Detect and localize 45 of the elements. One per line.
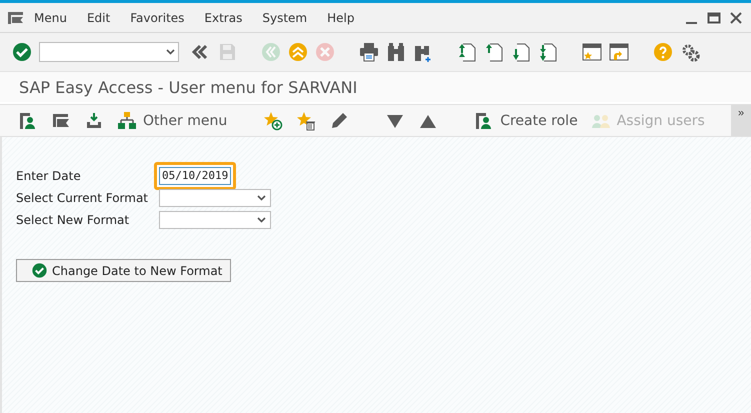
page-up-arrow-icon[interactable] — [484, 42, 504, 62]
page-arrows-icon[interactable] — [457, 42, 477, 62]
screen-title: SAP Easy Access - User menu for SARVANI — [0, 72, 751, 102]
toolbar-icon-button[interactable] — [329, 110, 350, 130]
menu-item[interactable]: Menu — [24, 10, 77, 24]
date-field[interactable]: 05/10/2019 — [159, 167, 231, 185]
menu-item[interactable]: Edit — [76, 10, 120, 24]
download-tray-icon — [84, 110, 104, 130]
toolbar-icon-button[interactable] — [84, 110, 104, 130]
field-label: Enter Date — [16, 169, 82, 183]
toolbar-button[interactable]: Create role — [474, 110, 578, 130]
dropdown-field[interactable] — [159, 189, 271, 207]
maximize-icon[interactable] — [707, 10, 721, 24]
star-plus-icon — [263, 110, 284, 130]
command-field[interactable] — [39, 42, 179, 62]
user-menu-icon — [18, 110, 38, 130]
printer-icon[interactable] — [359, 42, 379, 62]
menu-item[interactable]: System — [252, 10, 318, 24]
close-icon[interactable] — [729, 10, 743, 24]
menu-item[interactable]: Favorites — [120, 10, 194, 24]
check-icon[interactable] — [12, 42, 32, 62]
pencil-icon — [329, 110, 350, 130]
check-icon — [32, 263, 47, 278]
menu-icon[interactable] — [8, 12, 24, 24]
change-date-button[interactable]: Change Date to New Format — [16, 259, 232, 282]
page-double-arrow-icon[interactable] — [538, 42, 558, 62]
menu-item[interactable]: Help — [317, 10, 364, 24]
field-label: Select New Format — [16, 213, 130, 227]
double-chevron-icon[interactable] — [190, 42, 210, 62]
caret-icon — [257, 195, 266, 201]
toolbar-button[interactable]: Other menu — [117, 110, 228, 130]
binoculars-icon[interactable] — [386, 42, 406, 62]
hierarchy-icon — [117, 110, 137, 130]
toolbar-icon-button[interactable] — [263, 110, 284, 130]
menu-item[interactable]: Extras — [194, 10, 252, 24]
toolbar-icon-button[interactable] — [18, 110, 38, 130]
settings-icon[interactable] — [680, 42, 700, 62]
overflow-button[interactable]: » — [731, 105, 751, 136]
dropdown-field[interactable] — [159, 211, 271, 229]
caret-icon — [166, 49, 175, 55]
field-label: Select Current Format — [16, 191, 150, 205]
caret-icon — [257, 217, 266, 223]
toolbar-icon-button[interactable] — [296, 110, 316, 130]
star-trash-icon — [296, 110, 316, 130]
page-down-arrow-icon[interactable] — [511, 42, 531, 62]
